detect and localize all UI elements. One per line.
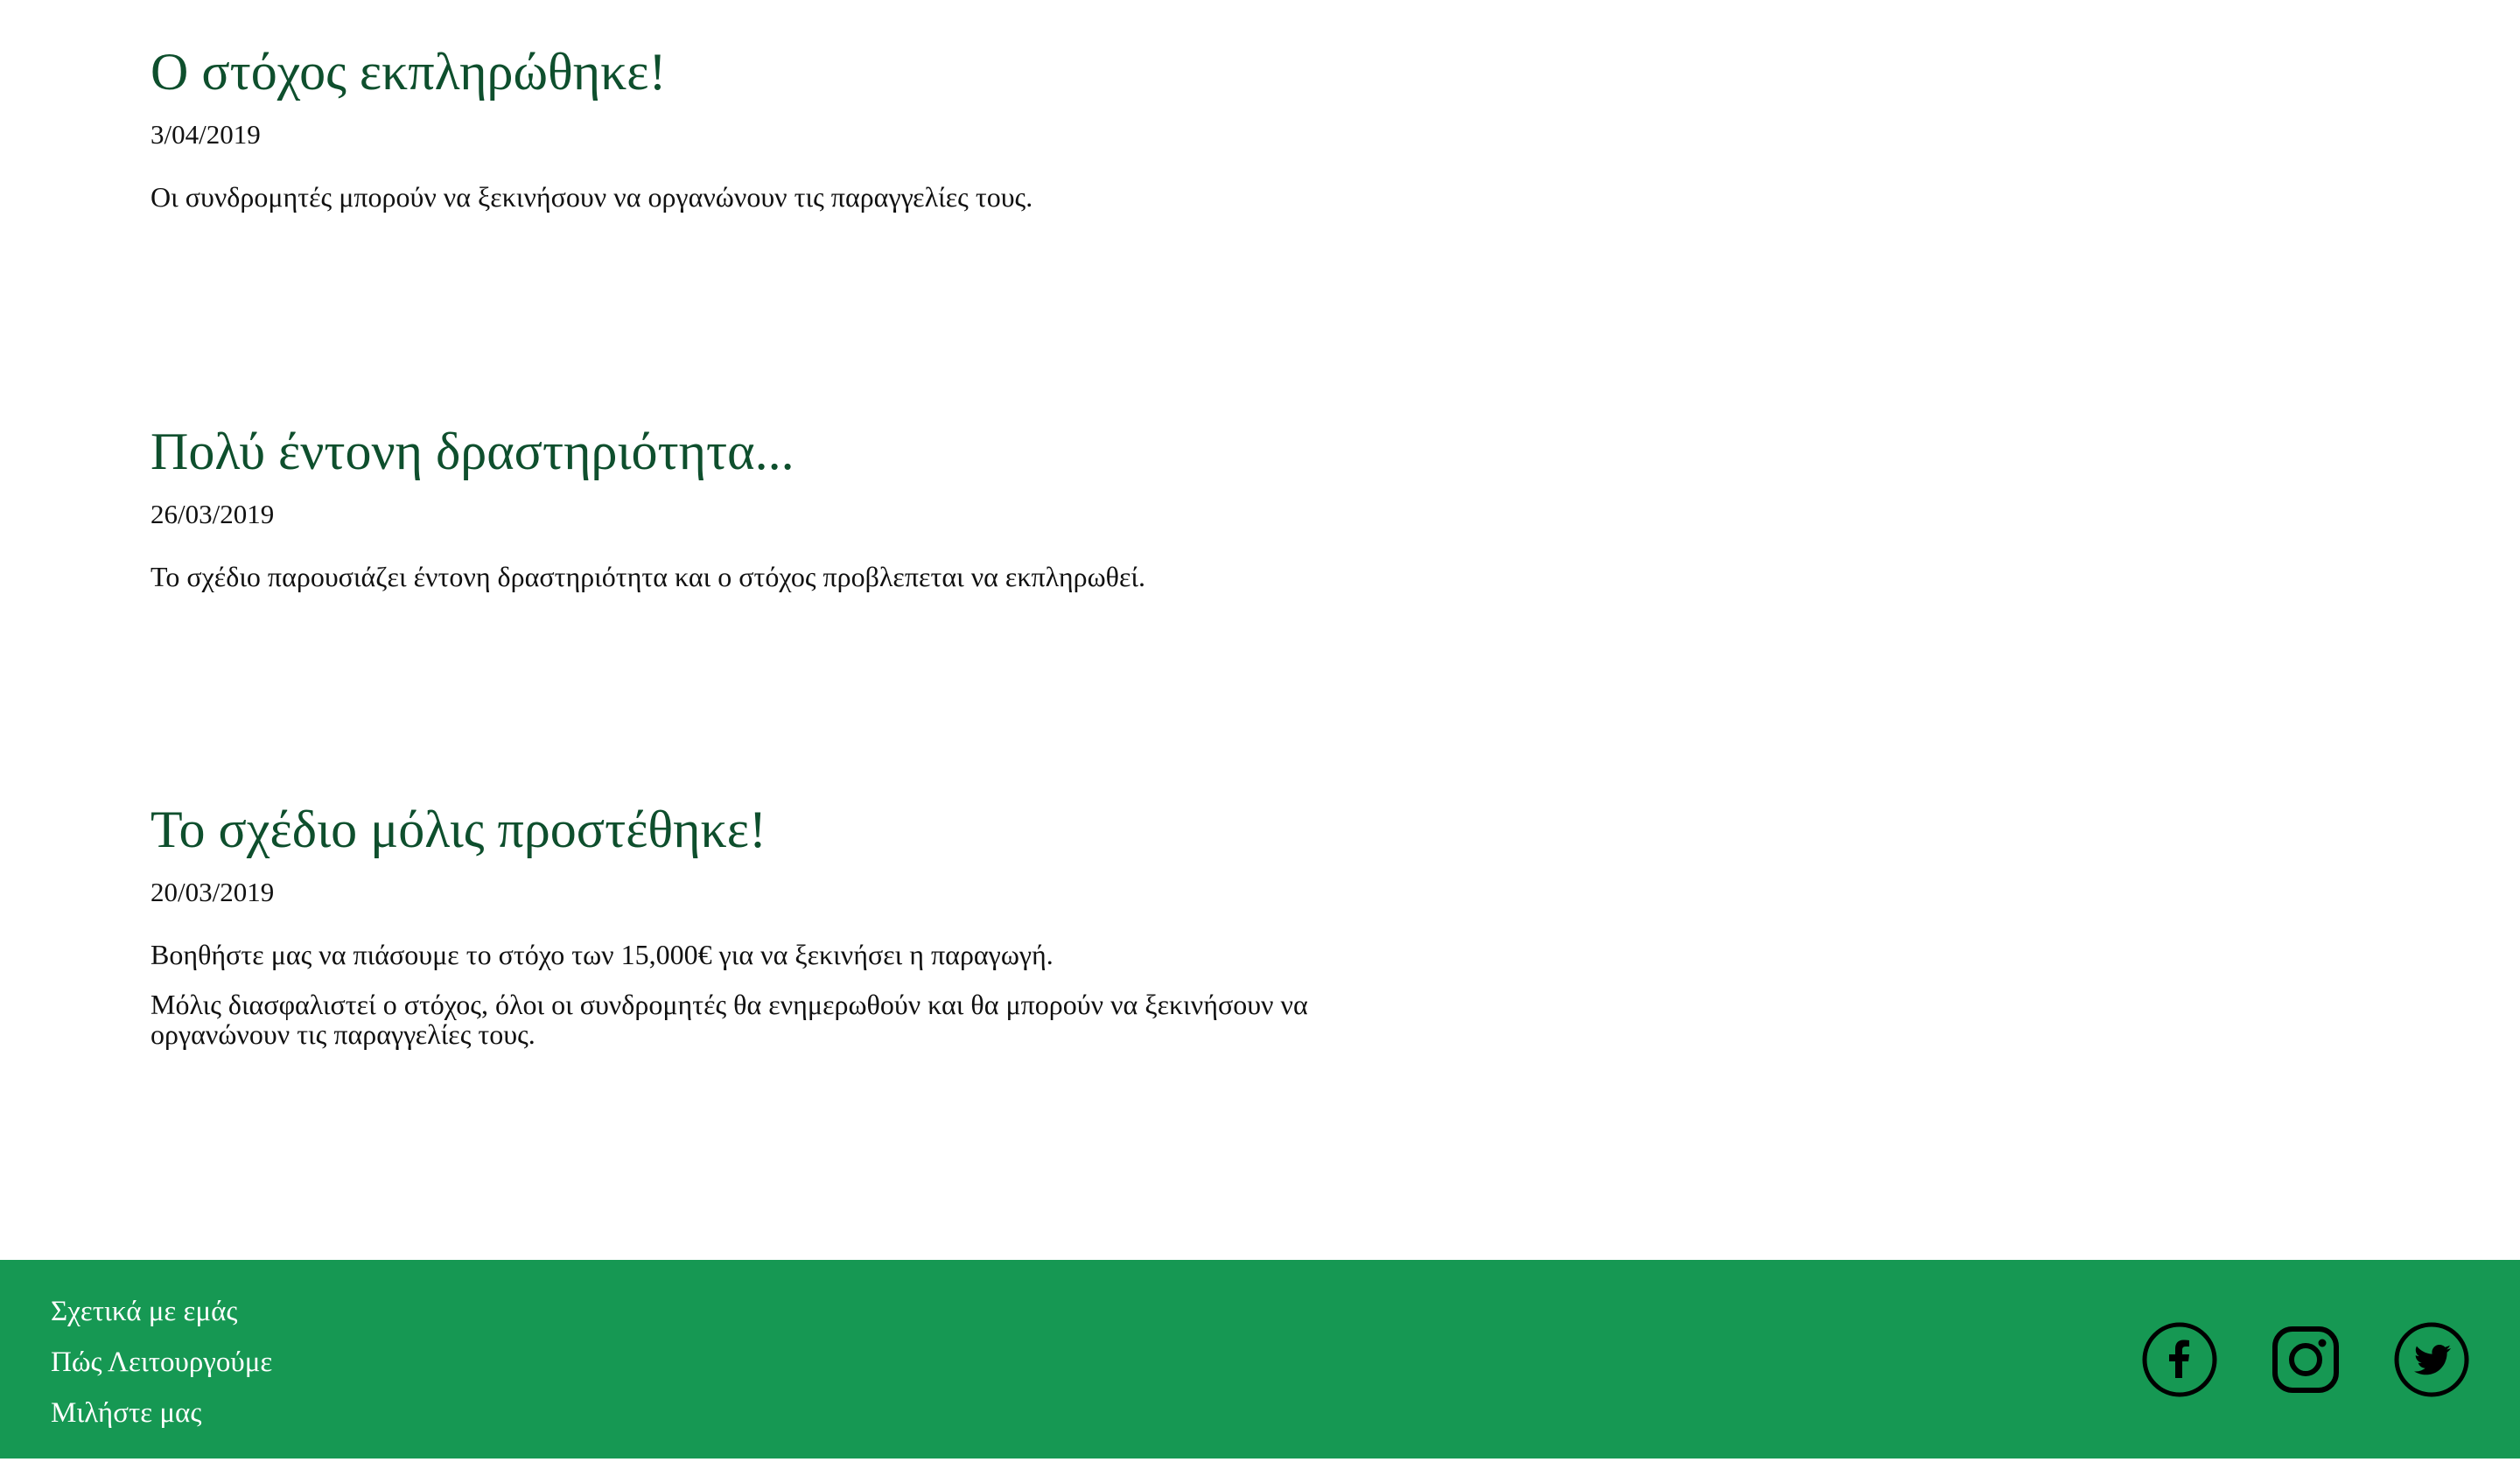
social-links (2142, 1322, 2469, 1397)
update-body: Οι συνδρομητές μπορούν να ξεκινήσουν να … (150, 182, 1376, 213)
twitter-icon (2394, 1322, 2469, 1397)
footer-nav: Σχετικά με εμάς Πώς Λειτουργούμε Μιλήστε… (51, 1286, 272, 1438)
facebook-link[interactable] (2142, 1322, 2217, 1397)
site-footer: Σχετικά με εμάς Πώς Λειτουργούμε Μιλήστε… (0, 1260, 2520, 1462)
update-title: Ο στόχος εκπληρώθηκε! (150, 43, 667, 101)
update-paragraph: Το σχέδιο παρουσιάζει έντονη δραστηριότη… (150, 561, 1146, 593)
update-date: 26/03/2019 (150, 499, 275, 529)
update-paragraph: Μόλις διασφαλιστεί ο στόχος, όλοι οι συν… (150, 988, 1308, 1051)
twitter-link[interactable] (2394, 1322, 2469, 1397)
update-item: Ο στόχος εκπληρώθηκε! 3/04/2019 Οι συνδρ… (150, 42, 1376, 232)
update-item: Το σχέδιο μόλις προστέθηκε! 20/03/2019 Β… (150, 800, 1376, 1069)
update-body: Το σχέδιο παρουσιάζει έντονη δραστηριότη… (150, 562, 1376, 592)
update-item: Πολύ έντονη δραστηριότητα... 26/03/2019 … (150, 422, 1376, 612)
update-date: 3/04/2019 (150, 119, 261, 150)
update-title: Το σχέδιο μόλις προστέθηκε! (150, 801, 766, 858)
footer-link-how-it-works[interactable]: Πώς Λειτουργούμε (51, 1337, 272, 1388)
update-date: 20/03/2019 (150, 877, 275, 907)
update-body: Βοηθήστε μας να πιάσουμε το στόχο των 15… (150, 940, 1376, 1050)
footer-link-about[interactable]: Σχετικά με εμάς (51, 1286, 272, 1337)
instagram-link[interactable] (2268, 1322, 2343, 1397)
instagram-icon (2268, 1322, 2343, 1397)
footer-link-contact[interactable]: Μιλήστε μας (51, 1388, 272, 1438)
facebook-icon (2142, 1322, 2217, 1397)
update-paragraph: Οι συνδρομητές μπορούν να ξεκινήσουν να … (150, 181, 1033, 213)
update-paragraph: Βοηθήστε μας να πιάσουμε το στόχο των 15… (150, 939, 1054, 971)
update-title: Πολύ έντονη δραστηριότητα... (150, 423, 794, 480)
page-bottom-edge (0, 1459, 2520, 1462)
